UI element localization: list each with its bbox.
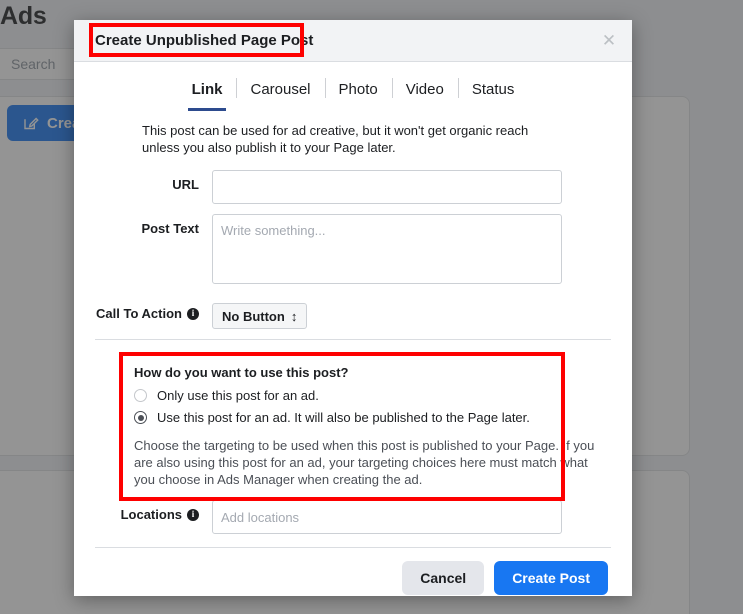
field-row-url: URL	[74, 170, 632, 204]
dialog-description: This post can be used for ad creative, b…	[142, 122, 562, 156]
usage-note: Choose the targeting to be used when thi…	[134, 437, 602, 488]
usage-option-ad-and-page-label: Use this post for an ad. It will also be…	[157, 410, 530, 425]
close-icon[interactable]: ✕	[599, 31, 619, 51]
chevron-updown-icon: ↕	[291, 309, 298, 324]
locations-label-text: Locations	[121, 507, 182, 522]
screen: Ads Search Create more Create Unpublishe…	[0, 0, 743, 614]
cancel-button[interactable]: Cancel	[402, 561, 484, 595]
usage-option-ad-and-page[interactable]: Use this post for an ad. It will also be…	[134, 410, 618, 425]
call-to-action-label: Call To Action i	[74, 299, 212, 321]
url-label: URL	[74, 170, 212, 192]
call-to-action-selected-value: No Button	[222, 309, 285, 324]
call-to-action-label-text: Call To Action	[96, 306, 182, 321]
field-row-call-to-action: Call To Action i No Button ↕	[74, 299, 632, 329]
create-post-button[interactable]: Create Post	[494, 561, 608, 595]
locations-input[interactable]	[212, 500, 562, 534]
post-form: URL Post Text Call To Action i No	[74, 170, 632, 329]
tab-carousel[interactable]: Carousel	[236, 76, 324, 102]
field-row-locations: Locations i	[74, 500, 632, 534]
dialog-tabs: Link Carousel Photo Video Status	[74, 76, 632, 110]
info-icon[interactable]: i	[187, 308, 199, 320]
usage-question: How do you want to use this post?	[134, 365, 618, 380]
dialog-header: Create Unpublished Page Post ✕	[74, 20, 632, 62]
usage-option-ad-only[interactable]: Only use this post for an ad.	[134, 388, 618, 403]
create-unpublished-page-post-dialog: Create Unpublished Page Post ✕ Link Caro…	[74, 20, 632, 596]
call-to-action-select[interactable]: No Button ↕	[212, 303, 307, 329]
field-row-post-text: Post Text	[74, 214, 632, 289]
info-icon[interactable]: i	[187, 509, 199, 521]
post-text-textarea[interactable]	[212, 214, 562, 284]
radio-icon-ad-only[interactable]	[134, 389, 147, 402]
tab-status[interactable]: Status	[458, 76, 529, 102]
section-divider	[95, 339, 611, 340]
dialog-footer: Cancel Create Post	[74, 548, 632, 595]
url-input[interactable]	[212, 170, 562, 204]
tab-link[interactable]: Link	[178, 76, 237, 102]
locations-label: Locations i	[74, 500, 212, 522]
usage-option-ad-only-label: Only use this post for an ad.	[157, 388, 319, 403]
post-usage-section: How do you want to use this post? Only u…	[126, 352, 618, 498]
dialog-title: Create Unpublished Page Post	[95, 32, 313, 49]
tab-photo[interactable]: Photo	[325, 76, 392, 102]
tab-video[interactable]: Video	[392, 76, 458, 102]
post-text-label: Post Text	[74, 214, 212, 236]
radio-icon-ad-and-page[interactable]	[134, 411, 147, 424]
